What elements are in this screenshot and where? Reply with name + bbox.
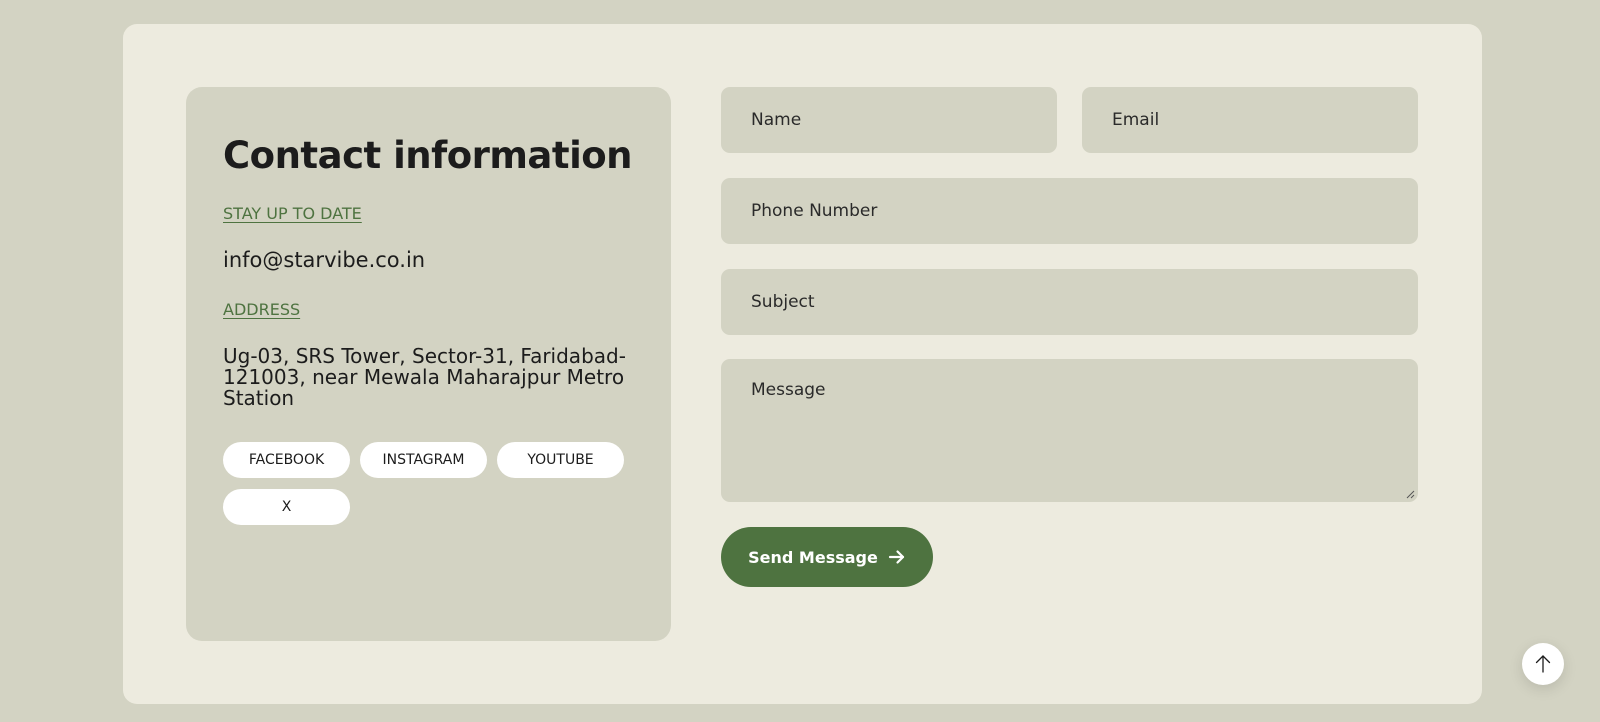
- stay-up-to-date-link[interactable]: STAY UP TO DATE: [223, 204, 362, 223]
- scroll-to-top-button[interactable]: [1522, 643, 1564, 685]
- x-link[interactable]: X: [223, 489, 350, 525]
- send-message-button[interactable]: Send Message: [721, 527, 933, 587]
- youtube-link[interactable]: YOUTUBE: [497, 442, 624, 478]
- name-input[interactable]: Name: [721, 87, 1057, 153]
- contact-email: info@starvibe.co.in: [223, 248, 426, 272]
- resize-handle-icon[interactable]: [1406, 490, 1415, 499]
- contact-info-card: Contact information STAY UP TO DATE info…: [186, 87, 671, 641]
- social-links: FACEBOOK INSTAGRAM YOUTUBE X: [223, 442, 633, 525]
- contact-title: Contact information: [223, 134, 633, 177]
- subject-input[interactable]: Subject: [721, 269, 1418, 335]
- message-textarea[interactable]: Message: [721, 359, 1418, 502]
- phone-input[interactable]: Phone Number: [721, 178, 1418, 244]
- message-placeholder: Message: [751, 380, 826, 400]
- email-input[interactable]: Email: [1082, 87, 1418, 153]
- contact-address: Ug-03, SRS Tower, Sector-31, Faridabad-1…: [223, 344, 626, 410]
- send-message-label: Send Message: [748, 547, 878, 567]
- arrow-up-icon: [1535, 655, 1551, 673]
- facebook-link[interactable]: FACEBOOK: [223, 442, 350, 478]
- instagram-link[interactable]: INSTAGRAM: [360, 442, 487, 478]
- address-link[interactable]: ADDRESS: [223, 300, 300, 319]
- contact-section: Contact information STAY UP TO DATE info…: [123, 24, 1482, 704]
- arrow-right-icon: [888, 550, 904, 564]
